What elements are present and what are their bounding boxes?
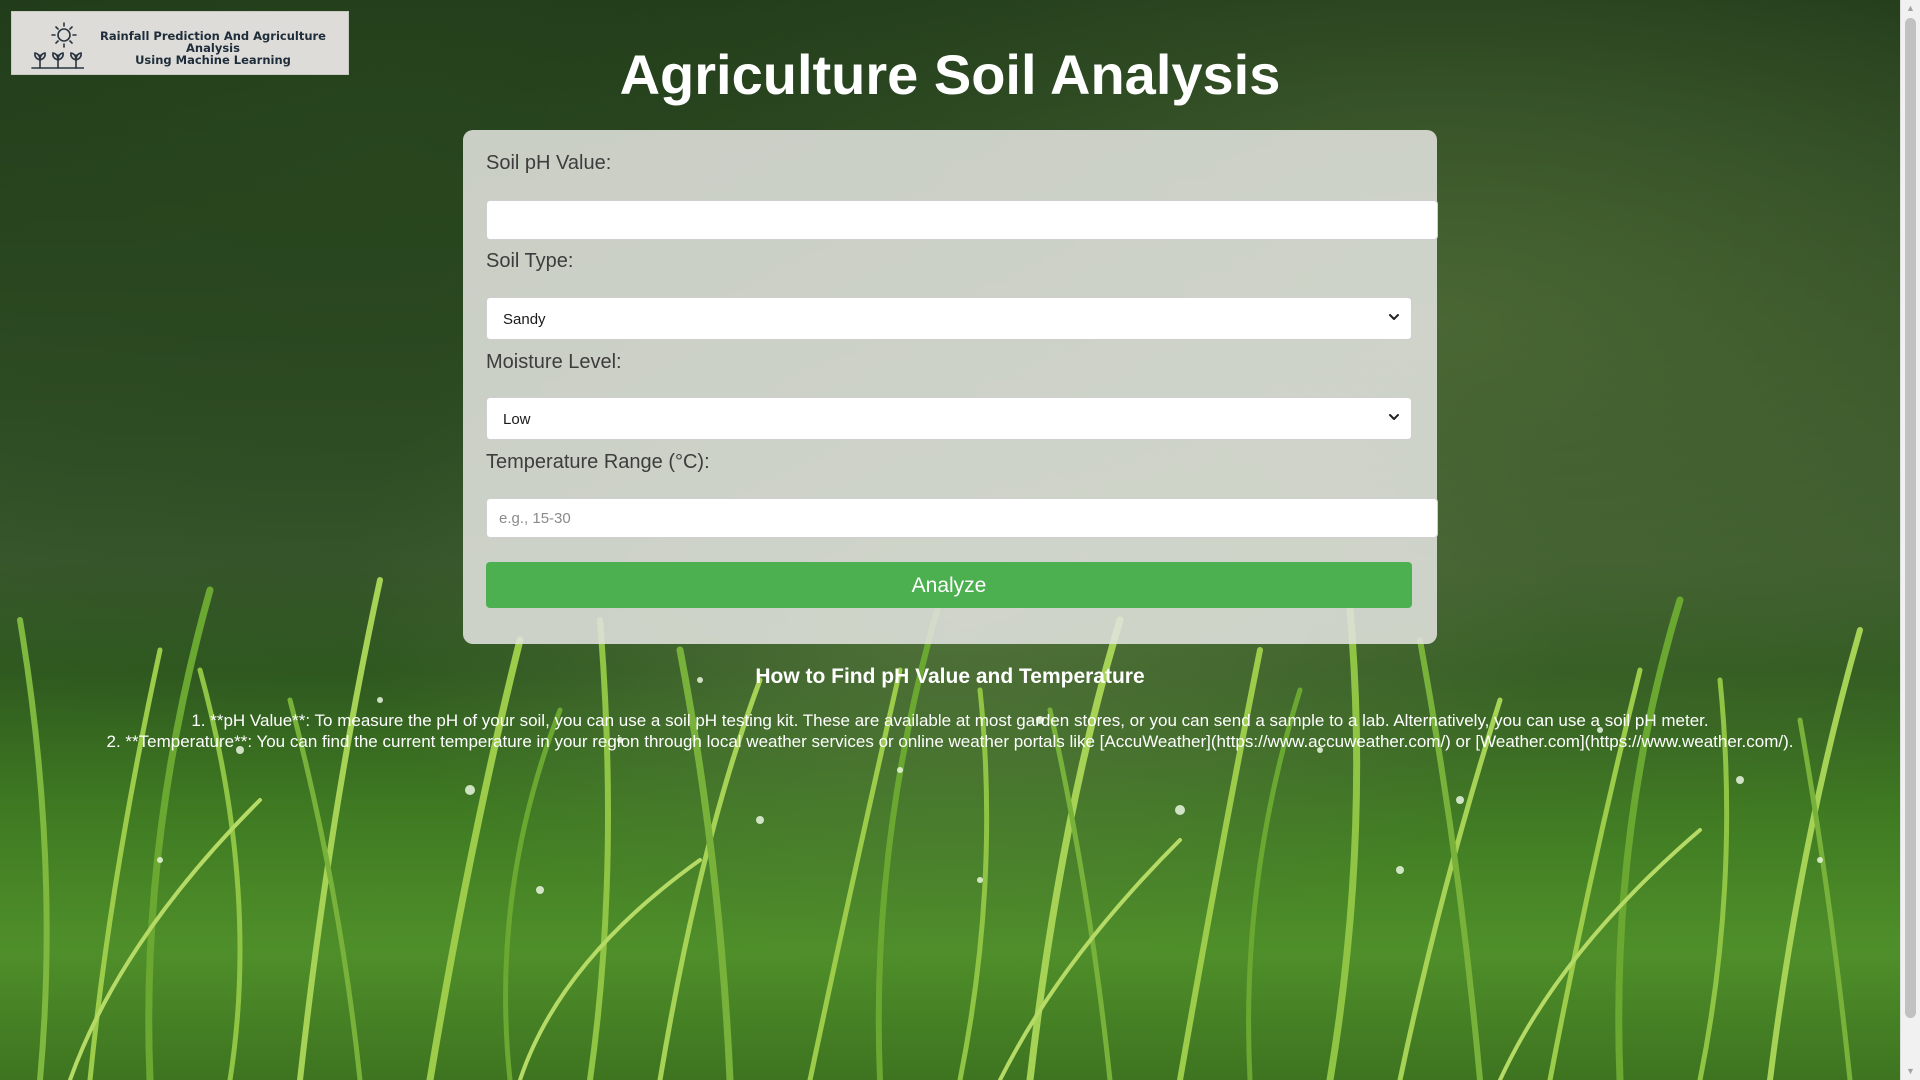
moisture-level-select[interactable]: Low [486,397,1412,440]
help-item-ph: 1. **pH Value**: To measure the pH of yo… [191,711,1709,730]
page-title: Agriculture Soil Analysis [619,43,1281,106]
analyze-button[interactable]: Analyze [486,562,1412,608]
moisture-selected-value: Low [503,411,531,428]
help-item-temperature: 2. **Temperature**: You can find the cur… [106,732,1794,751]
ph-label: Soil pH Value: [486,152,612,174]
soil-type-select[interactable]: Sandy [486,297,1412,340]
help-heading: How to Find pH Value and Temperature [755,665,1145,688]
scrollbar-thumb[interactable] [1905,18,1916,1018]
soil-type-label: Soil Type: [486,250,574,272]
scroll-up-arrow-icon[interactable]: ▲ [1901,0,1920,17]
chevron-down-icon [1389,414,1399,420]
soil-type-selected-value: Sandy [503,311,546,328]
moisture-label: Moisture Level: [486,351,622,373]
chevron-down-icon [1389,314,1399,320]
temperature-label: Temperature Range (°C): [486,451,710,473]
help-list: 1. **pH Value**: To measure the pH of yo… [0,710,1900,752]
ph-value-input[interactable] [486,200,1438,240]
temperature-range-input[interactable] [486,498,1438,538]
soil-analysis-form: Soil pH Value: Soil Type: Sandy Moisture… [463,130,1438,644]
vertical-scrollbar[interactable]: ▲ ▼ [1900,0,1920,1080]
scroll-down-arrow-icon[interactable]: ▼ [1901,1063,1920,1080]
